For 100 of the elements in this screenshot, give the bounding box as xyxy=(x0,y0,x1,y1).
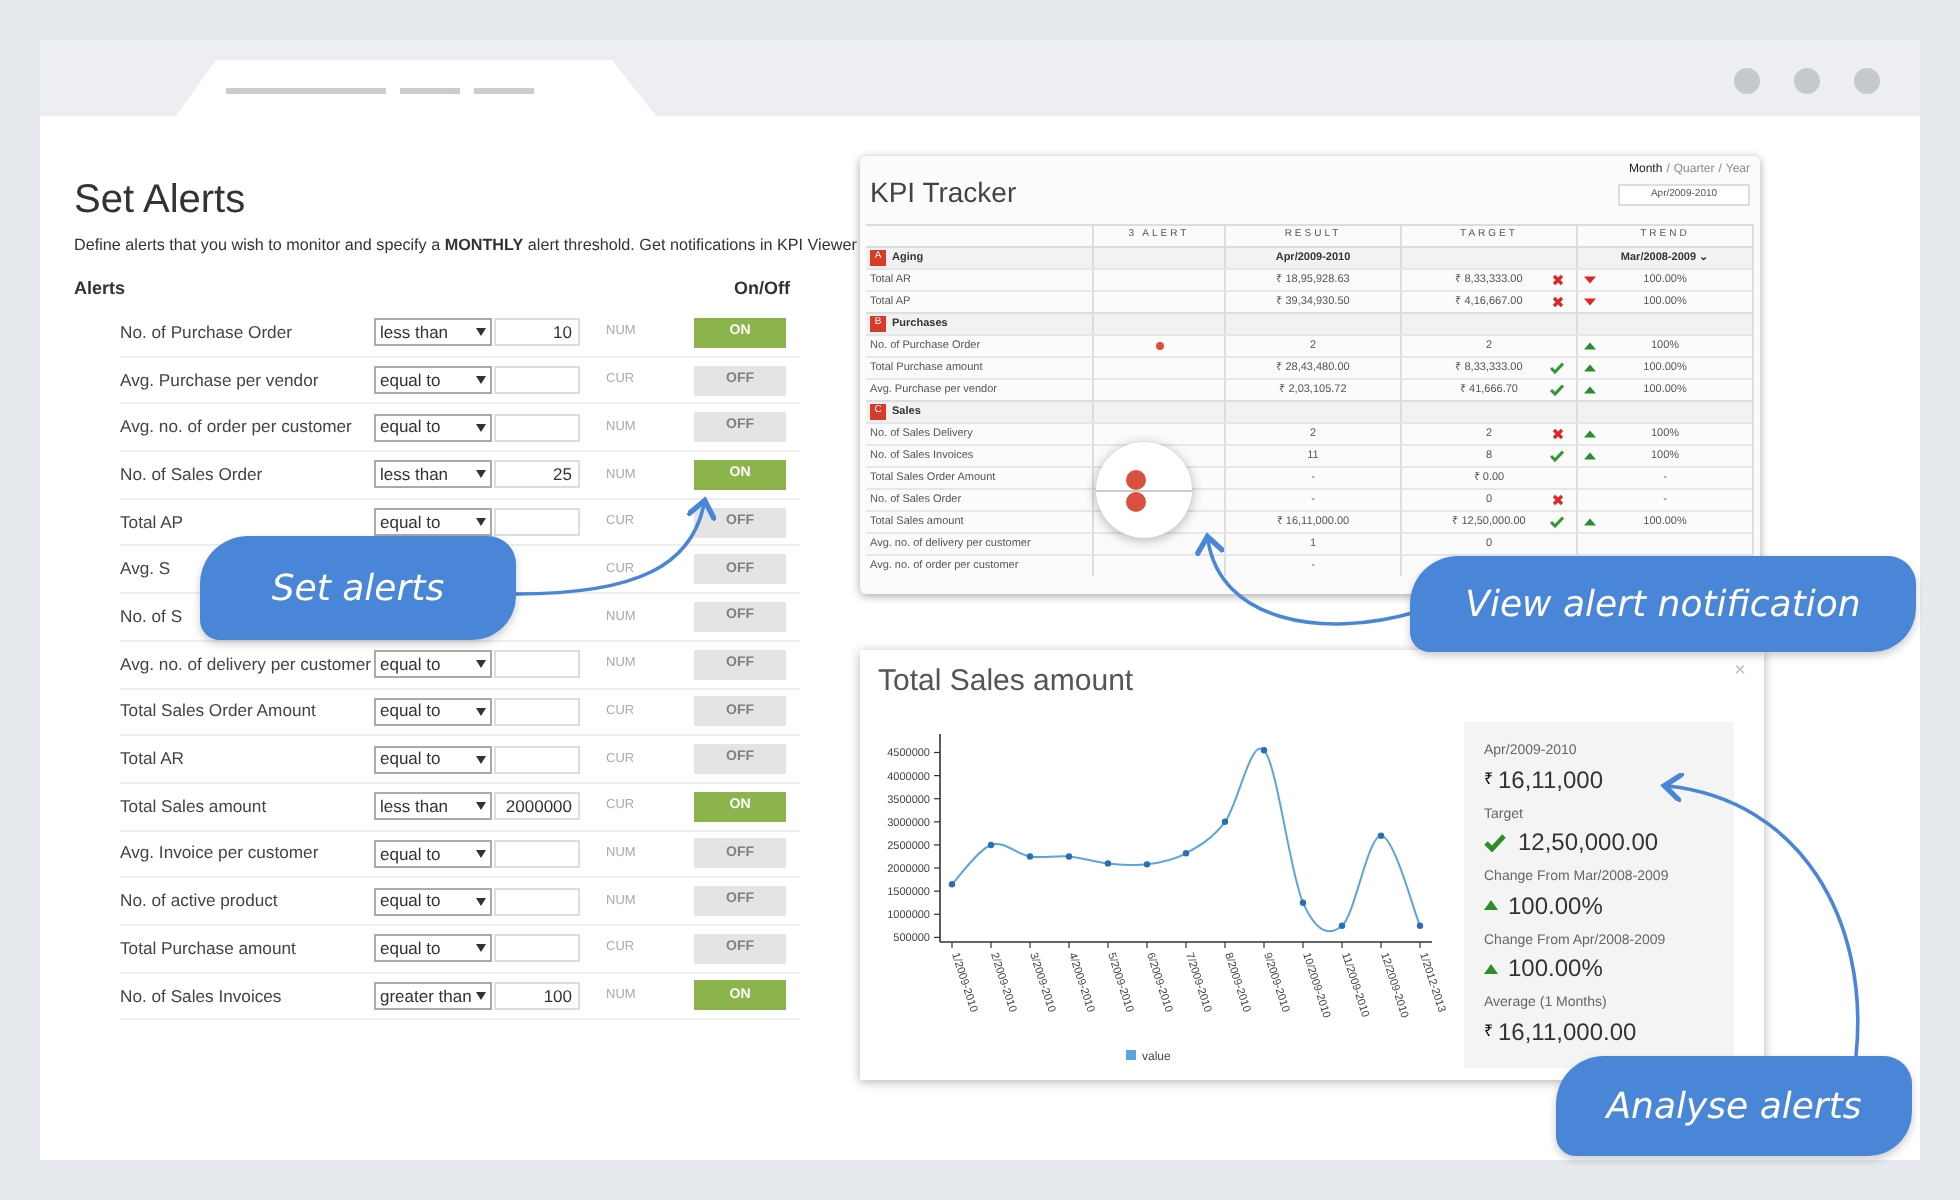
operator-dropdown[interactable]: less than xyxy=(374,318,492,347)
dropdown-caret-icon xyxy=(476,991,486,1000)
legend-swatch xyxy=(1126,1050,1136,1060)
data-point xyxy=(1260,747,1268,754)
dropdown-caret-icon xyxy=(476,423,486,432)
operator-dropdown[interactable]: equal to xyxy=(374,697,492,726)
stat-value: 16,11,000.00 xyxy=(1498,1015,1637,1049)
data-point xyxy=(1416,922,1424,929)
dropdown-value: equal to xyxy=(380,367,441,393)
dropdown-caret-icon xyxy=(476,802,486,811)
alerts-header: Alerts xyxy=(74,276,126,303)
data-point xyxy=(1221,818,1229,825)
threshold-field[interactable]: 2000000 xyxy=(494,792,580,821)
threshold-field[interactable] xyxy=(494,887,580,916)
operator-dropdown[interactable]: equal to xyxy=(374,366,492,395)
data-point xyxy=(1143,861,1151,868)
dropdown-caret-icon xyxy=(476,944,486,953)
callout-text: Analyse alerts xyxy=(1606,1083,1862,1131)
alert-label: Total Purchase amount xyxy=(120,935,298,962)
dropdown-value: equal to xyxy=(380,414,441,441)
currency-symbol: ₹ xyxy=(1484,1019,1494,1043)
callout-text: View alert notification xyxy=(1465,581,1861,629)
data-point xyxy=(987,841,995,849)
card-title: KPI Tracker xyxy=(870,174,1017,212)
alert-label: No. of active product xyxy=(120,888,280,915)
data-point xyxy=(948,881,956,888)
threshold-field[interactable] xyxy=(494,366,580,395)
tab-title-placeholder xyxy=(400,88,460,94)
dropdown-value: equal to xyxy=(380,651,441,678)
threshold-field[interactable]: 10 xyxy=(494,318,580,347)
threshold-field[interactable] xyxy=(494,650,580,679)
operator-dropdown[interactable]: equal to xyxy=(374,839,492,868)
threshold-field[interactable] xyxy=(494,508,580,537)
data-point xyxy=(1299,899,1307,906)
operator-dropdown[interactable]: equal to xyxy=(374,413,492,442)
up-triangle-icon xyxy=(1484,963,1498,973)
stat-value: 100.00% xyxy=(1508,952,1603,986)
operator-dropdown[interactable]: less than xyxy=(374,460,492,489)
dropdown-value: less than xyxy=(380,793,449,820)
up-triangle-icon xyxy=(1484,900,1498,910)
dropdown-caret-icon xyxy=(476,328,486,337)
dropdown-value: equal to xyxy=(380,698,441,725)
dropdown-caret-icon xyxy=(476,376,486,385)
threshold-field[interactable] xyxy=(494,934,580,963)
alert-label: No. of S xyxy=(120,604,185,630)
tab-title-placeholder xyxy=(474,88,534,94)
stat-value: 12,50,000.00 xyxy=(1518,826,1659,860)
dropdown-caret-icon xyxy=(476,518,486,527)
data-point xyxy=(1026,853,1034,860)
operator-dropdown[interactable]: less than xyxy=(374,792,492,821)
detail-title: Total Sales amount xyxy=(878,662,1134,702)
dropdown-value: equal to xyxy=(380,746,441,772)
alert-label: Avg. no. of delivery per customer xyxy=(120,651,373,678)
dropdown-caret-icon xyxy=(476,755,486,764)
dropdown-caret-icon xyxy=(476,849,486,858)
operator-dropdown[interactable]: equal to xyxy=(374,745,492,774)
on-off-header: On/Off xyxy=(732,276,792,303)
dropdown-caret-icon xyxy=(476,897,486,906)
threshold-field[interactable] xyxy=(494,413,580,442)
alert-label: No. of Sales Invoices xyxy=(120,983,284,1009)
dropdown-caret-icon xyxy=(476,470,486,479)
alert-label: Avg. Invoice per customer xyxy=(120,840,321,867)
data-point xyxy=(1065,853,1073,860)
data-point xyxy=(1338,922,1346,929)
callout-text: Set alerts xyxy=(271,565,445,613)
alert-label: Total Sales amount xyxy=(120,793,269,820)
dropdown-value: equal to xyxy=(380,935,441,962)
threshold-field[interactable] xyxy=(494,745,580,774)
threshold-field[interactable] xyxy=(494,839,580,868)
magnifier-lens xyxy=(1096,442,1192,538)
currency-symbol: ₹ xyxy=(1484,767,1494,791)
stat-value: 100.00% xyxy=(1508,889,1603,923)
dropdown-value: less than xyxy=(380,319,449,346)
dropdown-value: greater than xyxy=(380,983,472,1009)
operator-dropdown[interactable]: equal to xyxy=(374,887,492,916)
alert-label: Total AR xyxy=(120,746,187,772)
check-icon xyxy=(1484,833,1506,851)
dropdown-caret-icon xyxy=(476,660,486,669)
alert-label: Total AP xyxy=(120,509,186,536)
data-point xyxy=(1104,860,1112,867)
alert-label: No. of Sales Order xyxy=(120,461,265,488)
dropdown-value: equal to xyxy=(380,509,441,535)
operator-dropdown[interactable]: equal to xyxy=(374,934,492,963)
operator-dropdown[interactable]: greater than xyxy=(374,981,492,1010)
alert-label: No. of Purchase Order xyxy=(120,319,294,346)
alert-label: Avg. S xyxy=(120,556,173,583)
threshold-field[interactable]: 100 xyxy=(494,981,580,1010)
threshold-field[interactable] xyxy=(494,697,580,726)
dropdown-caret-icon xyxy=(476,707,486,716)
page-title: Set Alerts xyxy=(74,176,248,224)
threshold-field[interactable]: 25 xyxy=(494,460,580,489)
dropdown-value: less than xyxy=(380,462,449,488)
dropdown-value: equal to xyxy=(380,841,441,867)
alert-label: Total Sales Order Amount xyxy=(120,698,318,725)
alert-label: Avg. no. of order per customer xyxy=(120,414,354,441)
alert-label: Avg. Purchase per vendor xyxy=(120,367,321,393)
operator-dropdown[interactable]: equal to xyxy=(374,650,492,679)
operator-dropdown[interactable]: equal to xyxy=(374,508,492,537)
data-point xyxy=(1377,832,1385,839)
data-point xyxy=(1182,850,1190,857)
